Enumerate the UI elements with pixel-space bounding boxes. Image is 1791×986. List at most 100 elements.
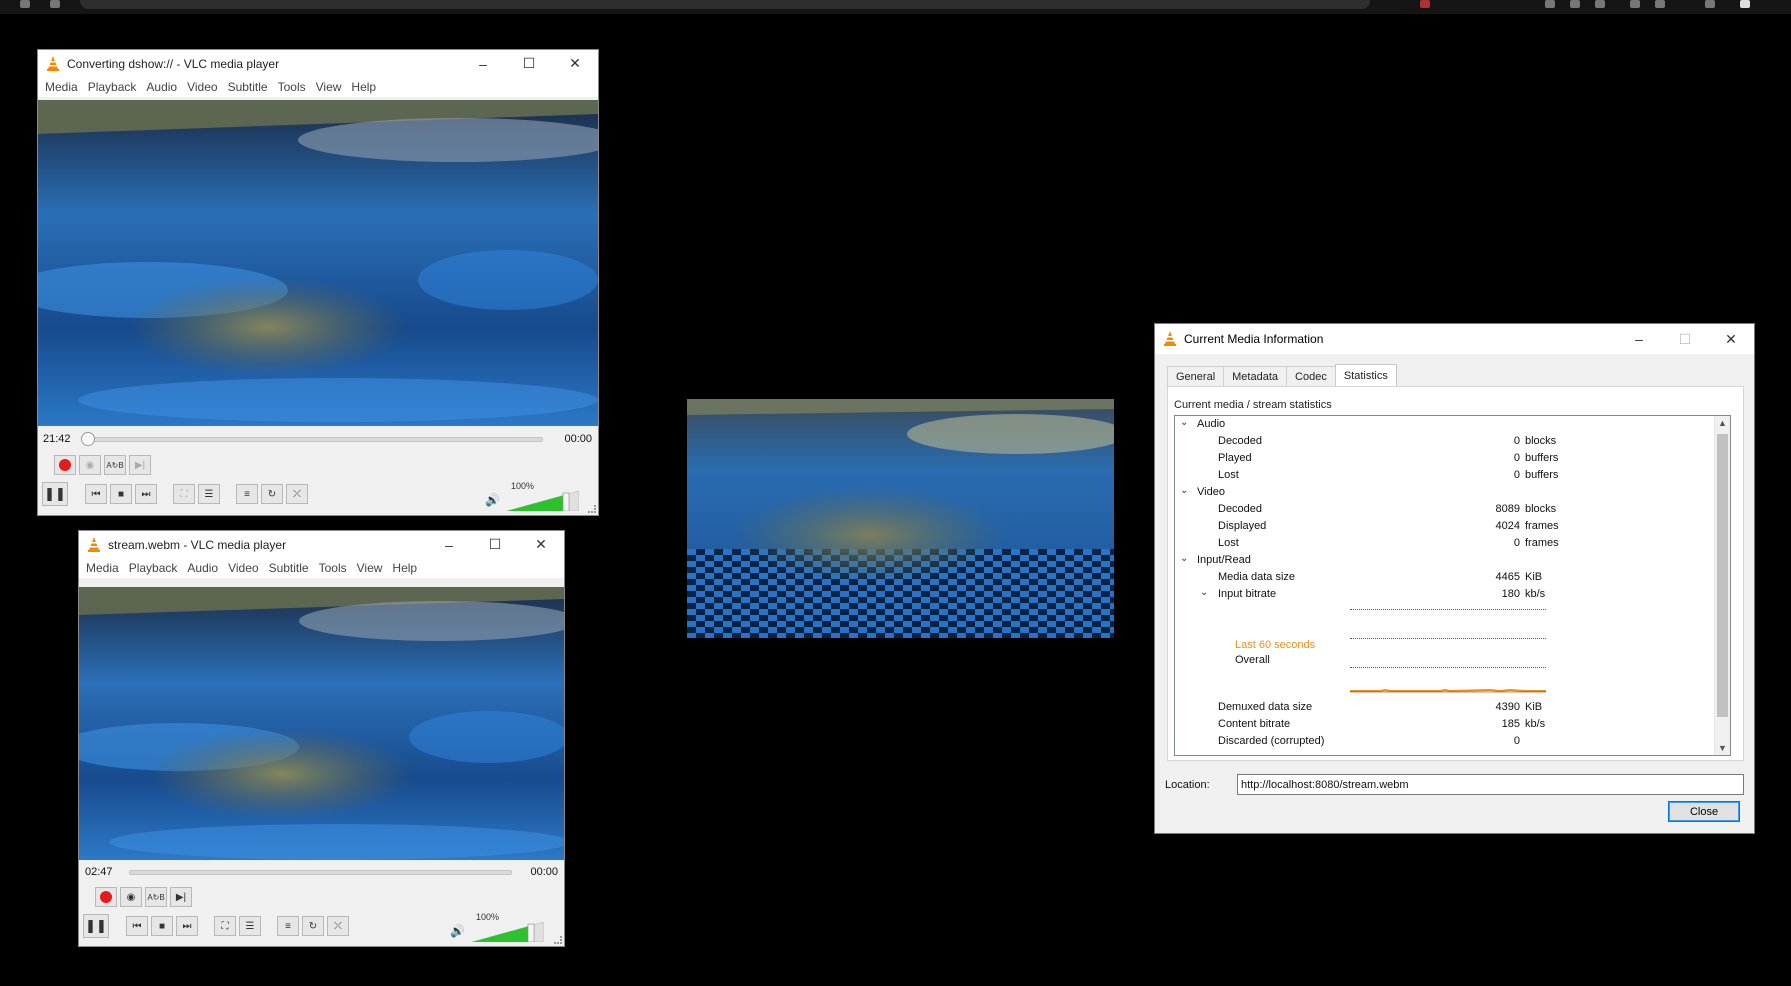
volume-slider[interactable]	[507, 491, 579, 511]
tree-row[interactable]: Lost 0 buffers	[1175, 467, 1715, 484]
menu-help[interactable]: Help	[346, 77, 381, 97]
shuffle-button[interactable]: ⤬	[286, 484, 308, 504]
pause-button[interactable]: ❚❚	[42, 482, 68, 506]
address-bar[interactable]	[80, 0, 1370, 9]
tree-group-input[interactable]: ⌄ Input/Read	[1175, 552, 1715, 569]
close-button[interactable]: ✕	[1708, 324, 1754, 354]
time-total[interactable]: 00:00	[564, 433, 592, 445]
next-button[interactable]: ⏭	[176, 916, 198, 936]
chevron-down-icon[interactable]: ⌄	[1180, 485, 1188, 496]
extension-icon[interactable]	[1570, 0, 1580, 8]
menu-subtitle[interactable]: Subtitle	[223, 77, 273, 97]
maximize-button[interactable]: ☐	[506, 50, 552, 77]
browser-icon[interactable]	[50, 0, 60, 8]
titlebar[interactable]: Current Media Information – ☐ ✕	[1155, 324, 1754, 354]
chevron-down-icon[interactable]: ⌄	[1180, 417, 1188, 428]
record-button[interactable]	[95, 887, 117, 907]
frame-step-button[interactable]: ▶|	[170, 887, 192, 907]
minimize-button[interactable]: –	[426, 531, 472, 558]
tree-row[interactable]: Discarded (corrupted) 0	[1175, 733, 1715, 750]
seek-handle[interactable]	[81, 432, 95, 446]
resize-grip[interactable]	[554, 936, 562, 944]
stop-button[interactable]: ■	[110, 484, 132, 504]
scroll-down-icon[interactable]: ▼	[1718, 743, 1727, 753]
seek-bar[interactable]	[85, 437, 543, 442]
menu-view[interactable]: View	[311, 77, 347, 97]
tree-row[interactable]: Decoded 0 blocks	[1175, 433, 1715, 450]
tree-row[interactable]: Displayed 4024 frames	[1175, 518, 1715, 535]
resize-grip[interactable]	[588, 505, 596, 513]
chevron-down-icon[interactable]: ⌄	[1180, 553, 1188, 564]
time-elapsed[interactable]: 21:42	[43, 433, 71, 445]
stop-button[interactable]: ■	[151, 916, 173, 936]
tree-group-video[interactable]: ⌄ Video	[1175, 484, 1715, 501]
shuffle-button[interactable]: ⤬	[327, 916, 349, 936]
menu-video[interactable]: Video	[182, 77, 222, 97]
tree-row[interactable]: Media data size 4465 KiB	[1175, 569, 1715, 586]
playlist-button[interactable]: ≡	[277, 916, 299, 936]
tree-group-audio[interactable]: ⌄ Audio	[1175, 416, 1715, 433]
menu-help[interactable]: Help	[387, 558, 422, 578]
tab-metadata[interactable]: Metadata	[1223, 366, 1288, 387]
volume-slider[interactable]	[472, 922, 544, 942]
record-button[interactable]	[54, 455, 76, 475]
floating-video[interactable]	[687, 399, 1114, 638]
time-elapsed[interactable]: 02:47	[85, 866, 113, 878]
titlebar[interactable]: Converting dshow:// - VLC media player –…	[38, 50, 598, 77]
extension-icon[interactable]	[1545, 0, 1555, 8]
extension-icon[interactable]	[1595, 0, 1605, 8]
loop-ab-button[interactable]: A↻B	[104, 455, 126, 475]
profile-icon[interactable]	[1740, 0, 1750, 8]
menu-playback[interactable]: Playback	[83, 77, 142, 97]
location-field[interactable]	[1237, 774, 1744, 795]
playlist-button[interactable]: ≡	[236, 484, 258, 504]
close-button[interactable]: ✕	[552, 50, 598, 77]
extension-icon[interactable]	[1630, 0, 1640, 8]
frame-step-button[interactable]: ▶|	[129, 455, 151, 475]
snapshot-button[interactable]: ◉	[79, 455, 101, 475]
close-button[interactable]: ✕	[518, 531, 564, 558]
extended-settings-button[interactable]: ☰	[239, 916, 261, 936]
next-button[interactable]: ⏭	[135, 484, 157, 504]
fullscreen-button[interactable]: ⛶	[214, 916, 236, 936]
menu-media[interactable]: Media	[40, 77, 83, 97]
statistics-tree[interactable]: ⌄ Audio Decoded 0 blocks Played 0 buffer…	[1174, 415, 1731, 756]
browser-icon[interactable]	[20, 0, 30, 8]
tab-codec[interactable]: Codec	[1286, 366, 1336, 387]
scroll-up-icon[interactable]: ▲	[1718, 418, 1727, 428]
extended-settings-button[interactable]: ☰	[198, 484, 220, 504]
video-area[interactable]	[79, 587, 564, 861]
menu-audio[interactable]: Audio	[182, 558, 223, 578]
close-dialog-button[interactable]: Close	[1668, 801, 1740, 822]
previous-button[interactable]: ⏮	[126, 916, 148, 936]
tree-row[interactable]: Demuxed data size 4390 KiB	[1175, 699, 1715, 716]
tab-general[interactable]: General	[1167, 366, 1225, 387]
extension-icon[interactable]	[1705, 0, 1715, 8]
speaker-icon[interactable]: 🔊	[450, 924, 465, 938]
minimize-button[interactable]: –	[460, 50, 506, 77]
scrollbar-thumb[interactable]	[1717, 434, 1728, 717]
menu-audio[interactable]: Audio	[141, 77, 182, 97]
tab-statistics[interactable]: Statistics	[1334, 364, 1397, 386]
chevron-down-icon[interactable]: ⌄	[1200, 587, 1208, 598]
minimize-button[interactable]: –	[1616, 324, 1662, 354]
tree-row[interactable]: Decoded 8089 blocks	[1175, 501, 1715, 518]
previous-button[interactable]: ⏮	[85, 484, 107, 504]
loop-button[interactable]: ↻	[261, 484, 283, 504]
menu-video[interactable]: Video	[223, 558, 263, 578]
loop-button[interactable]: ↻	[302, 916, 324, 936]
titlebar[interactable]: stream.webm - VLC media player – ☐ ✕	[79, 531, 564, 558]
extension-icon[interactable]	[1655, 0, 1665, 8]
tree-row[interactable]: Content bitrate 185 kb/s	[1175, 716, 1715, 733]
time-total[interactable]: 00:00	[530, 866, 558, 878]
speaker-icon[interactable]: 🔊	[485, 493, 500, 507]
vertical-scrollbar[interactable]: ▲ ▼	[1714, 416, 1730, 755]
fullscreen-button[interactable]: ⛶	[173, 484, 195, 504]
tree-row[interactable]: Played 0 buffers	[1175, 450, 1715, 467]
menu-tools[interactable]: Tools	[314, 558, 352, 578]
extension-icon[interactable]	[1420, 0, 1430, 8]
pause-button[interactable]: ❚❚	[83, 914, 109, 938]
menu-view[interactable]: View	[352, 558, 388, 578]
loop-ab-button[interactable]: A↻B	[145, 887, 167, 907]
maximize-button[interactable]: ☐	[472, 531, 518, 558]
